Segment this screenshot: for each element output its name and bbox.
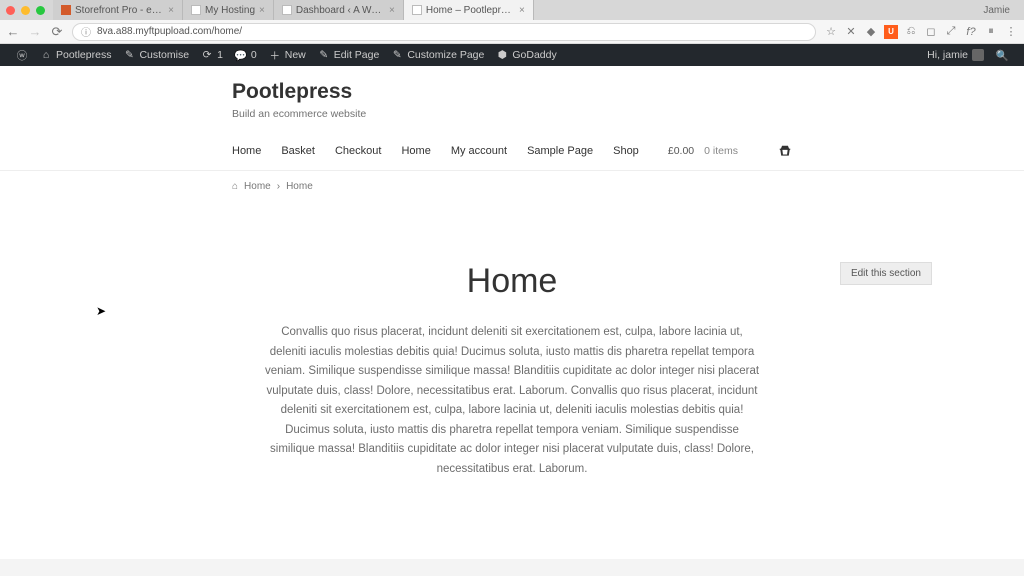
breadcrumb: ⌂ Home › Home (232, 171, 792, 202)
extension-icon[interactable]: f? (964, 25, 978, 39)
nav-menu: Home Basket Checkout Home My account Sam… (232, 145, 639, 157)
site-title[interactable]: Pootlepress (232, 80, 792, 104)
close-tab-icon[interactable]: × (519, 5, 525, 16)
reload-button[interactable]: ⟳ (50, 25, 64, 39)
url-text: 8va.a88.myftpupload.com/home/ (97, 26, 242, 37)
browser-tab[interactable]: My Hosting × (183, 0, 274, 20)
site-footer: © Pootlepress 2018 Storefront designed b… (0, 559, 1024, 576)
wp-new-link[interactable]: ＋New (263, 44, 312, 66)
breadcrumb-sep: › (277, 181, 280, 192)
close-tab-icon[interactable]: × (389, 5, 395, 16)
forward-button[interactable]: → (28, 25, 42, 39)
page-title: Home (232, 262, 792, 301)
close-tab-icon[interactable]: × (168, 5, 174, 16)
browser-toolbar: ← → ⟳ ⓘ 8va.a88.myftpupload.com/home/ ☆ … (0, 20, 1024, 44)
extension-icon[interactable]: ◆ (864, 25, 878, 39)
site-tagline: Build an ecommerce website (232, 108, 792, 120)
wp-account-link[interactable]: Hi, jamie (921, 44, 990, 66)
nav-item[interactable]: Home (232, 145, 261, 157)
wp-site-name: Pootlepress (56, 49, 111, 61)
content-section: Edit this section Home Convallis quo ris… (232, 202, 792, 519)
avatar-icon (972, 49, 984, 61)
basket-icon[interactable] (778, 144, 792, 158)
favicon-icon (61, 5, 71, 15)
favicon-icon (412, 5, 422, 15)
wp-edit-page-link[interactable]: ✎Edit Page (312, 44, 386, 66)
tab-label: Dashboard ‹ A WordPress Site (296, 5, 385, 16)
mouse-cursor-icon: ➤ (96, 304, 106, 318)
site-info-icon[interactable]: ⓘ (81, 24, 91, 39)
nav-item[interactable]: Checkout (335, 145, 381, 157)
wp-godaddy-link[interactable]: ⬢GoDaddy (490, 44, 562, 66)
breadcrumb-root[interactable]: Home (244, 181, 271, 192)
extension-icon[interactable]: ⤢ (944, 25, 958, 39)
nav-item[interactable]: Shop (613, 145, 639, 157)
wp-customise-link[interactable]: ✎Customise (117, 44, 195, 66)
cart-total: £0.00 (668, 145, 694, 157)
minimize-window-icon[interactable] (21, 6, 30, 15)
breadcrumb-current: Home (286, 181, 313, 192)
browser-tab-strip: Storefront Pro - easily custom × My Host… (53, 0, 975, 20)
menu-icon[interactable]: ⋮ (1004, 25, 1018, 39)
wp-admin-bar: ⓦ ⌂Pootlepress ✎Customise ⟳1 💬0 ＋New ✎Ed… (0, 44, 1024, 66)
page-body-text: Convallis quo risus placerat, incidunt d… (232, 323, 792, 479)
browser-tab[interactable]: Storefront Pro - easily custom × (53, 0, 183, 20)
wp-search-icon[interactable]: 🔍 (990, 44, 1014, 66)
wp-site-link[interactable]: ⌂Pootlepress (34, 44, 117, 66)
star-icon[interactable]: ☆ (824, 25, 838, 39)
wp-comments-link[interactable]: 💬0 (229, 44, 263, 66)
browser-tab[interactable]: Dashboard ‹ A WordPress Site × (274, 0, 404, 20)
page-body: Pootlepress Build an ecommerce website H… (0, 66, 1024, 576)
tab-label: Home – Pootlepress (426, 5, 515, 16)
nav-item[interactable]: My account (451, 145, 507, 157)
traffic-lights (6, 6, 45, 15)
close-tab-icon[interactable]: × (259, 5, 265, 16)
wp-logo-icon[interactable]: ⓦ (10, 44, 34, 66)
extension-icons: ☆ ✕ ◆ U ⎌ ◻ ⤢ f? ⏸ ⋮ (824, 25, 1018, 39)
wp-updates-link[interactable]: ⟳1 (195, 44, 229, 66)
back-button[interactable]: ← (6, 25, 20, 39)
extension-icon[interactable]: ⎌ (904, 25, 918, 39)
site-header: Pootlepress Build an ecommerce website (232, 66, 792, 126)
close-window-icon[interactable] (6, 6, 15, 15)
wp-customize-page-link[interactable]: ✎Customize Page (385, 44, 490, 66)
tab-label: Storefront Pro - easily custom (75, 5, 164, 16)
nav-item[interactable]: Basket (281, 145, 315, 157)
fullscreen-window-icon[interactable] (36, 6, 45, 15)
nav-item[interactable]: Home (401, 145, 430, 157)
edit-section-button[interactable]: Edit this section (840, 262, 932, 285)
tab-label: My Hosting (205, 5, 255, 16)
primary-nav: Home Basket Checkout Home My account Sam… (232, 126, 792, 170)
window-titlebar: Storefront Pro - easily custom × My Host… (0, 0, 1024, 20)
address-bar[interactable]: ⓘ 8va.a88.myftpupload.com/home/ (72, 23, 816, 41)
home-icon[interactable]: ⌂ (232, 181, 238, 192)
browser-tab-active[interactable]: Home – Pootlepress × (404, 0, 534, 20)
favicon-icon (282, 5, 292, 15)
extension-icon[interactable]: ✕ (844, 25, 858, 39)
extension-icon[interactable]: ◻ (924, 25, 938, 39)
chrome-profile[interactable]: Jamie (975, 5, 1018, 16)
extension-icon[interactable]: U (884, 25, 898, 39)
favicon-icon (191, 5, 201, 15)
extension-icon[interactable]: ⏸ (984, 25, 998, 39)
cart-item-count: 0 items (704, 145, 738, 157)
header-cart[interactable]: £0.00 0 items (668, 144, 792, 158)
nav-item[interactable]: Sample Page (527, 145, 593, 157)
